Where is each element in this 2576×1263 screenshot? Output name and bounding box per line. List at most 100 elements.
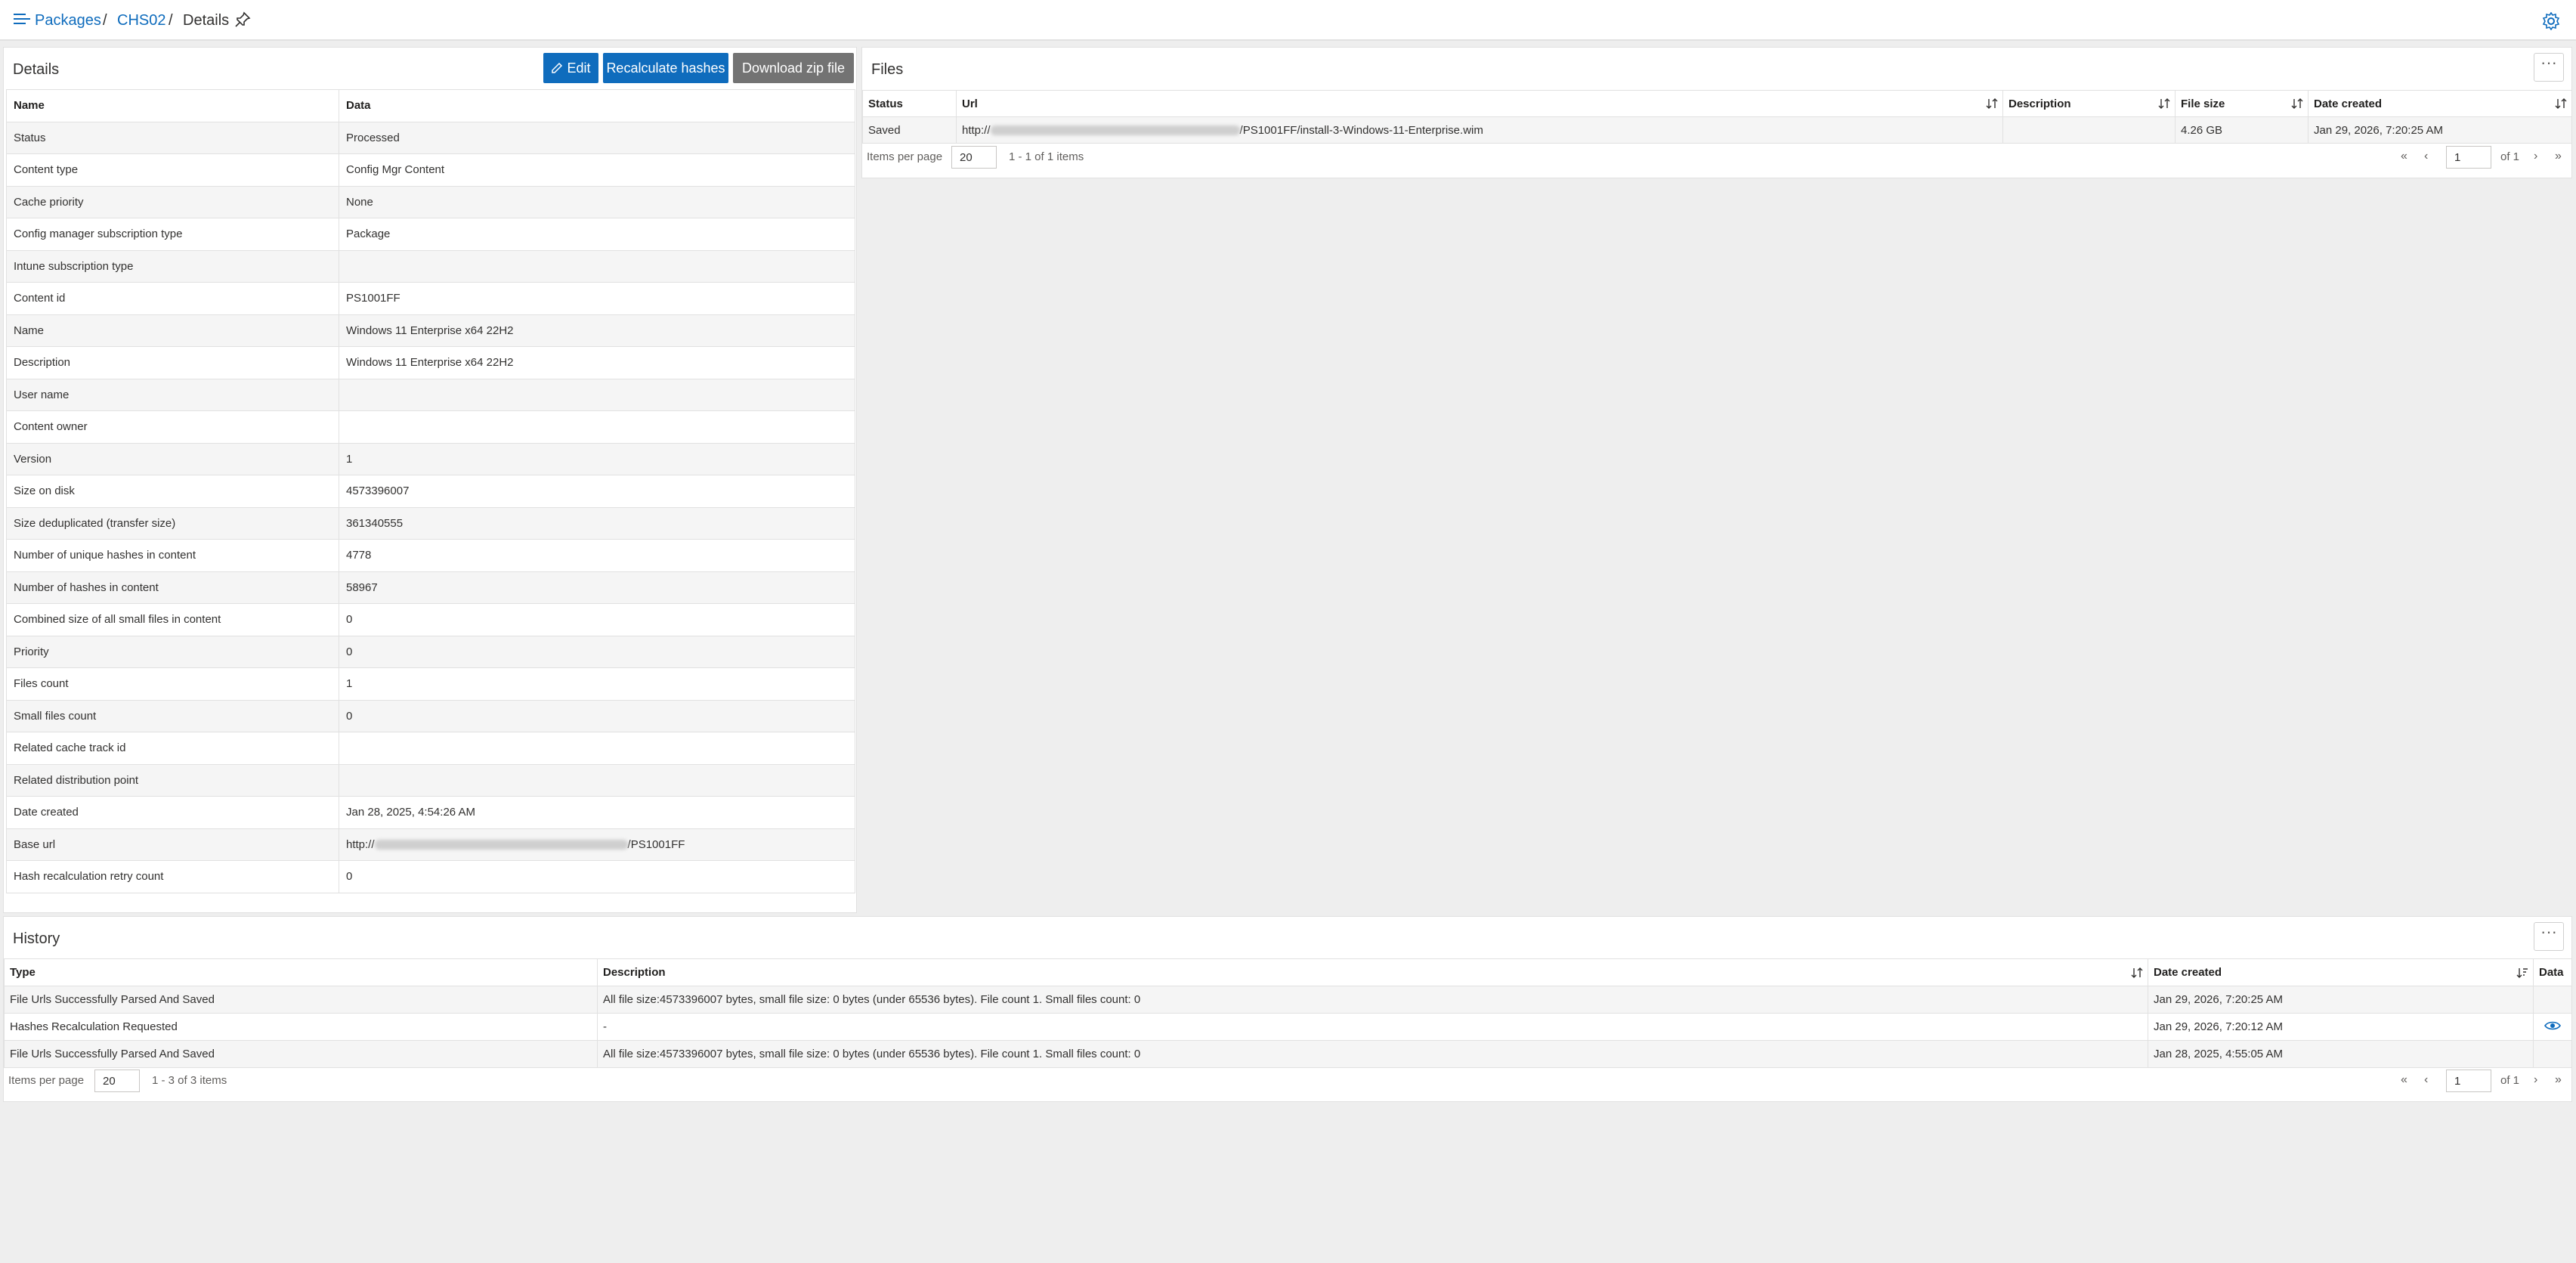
first-page-icon[interactable]: « (2401, 1073, 2407, 1087)
download-zip-label: Download zip file (741, 60, 846, 76)
history-page-size-select[interactable]: 20 (94, 1070, 140, 1092)
column-header-description[interactable]: Description (597, 958, 2148, 986)
next-page-icon[interactable]: › (2534, 1073, 2537, 1087)
table-row[interactable]: Hashes Recalculation Requested - Jan 29,… (4, 1013, 2572, 1041)
detail-label: Related distribution point (6, 763, 339, 797)
last-page-icon[interactable]: » (2555, 150, 2562, 163)
last-page-icon[interactable]: » (2555, 1073, 2562, 1087)
detail-value (339, 410, 855, 444)
file-date-created: Jan 29, 2026, 7:20:25 AM (2308, 116, 2572, 144)
detail-row: Content type Config Mgr Content (6, 153, 855, 187)
detail-value: Package (339, 218, 855, 251)
table-row[interactable]: File Urls Successfully Parsed And Saved … (4, 1040, 2572, 1068)
breadcrumb-separator: / (103, 12, 107, 29)
history-date-created: Jan 28, 2025, 4:55:05 AM (2148, 1040, 2534, 1068)
file-size: 4.26 GB (2175, 116, 2309, 144)
history-data[interactable] (2533, 1013, 2572, 1041)
detail-row: Intune subscription type (6, 249, 855, 283)
files-title: Files (871, 61, 904, 78)
detail-row: Date created Jan 28, 2025, 4:54:26 AM (6, 796, 855, 829)
detail-label: Files count (6, 667, 339, 701)
detail-label: User name (6, 378, 339, 411)
detail-value: 1 (339, 442, 855, 475)
detail-value: PS1001FF (339, 282, 855, 315)
details-table: Name Data Status Processed Content type Con… (6, 89, 855, 893)
detail-value: Config Mgr Content (339, 153, 855, 187)
history-type: Hashes Recalculation Requested (4, 1013, 598, 1041)
items-per-page-label: Items per page (867, 150, 943, 163)
next-page-icon[interactable]: › (2534, 150, 2537, 163)
detail-label: Related cache track id (6, 732, 339, 765)
detail-row: Number of hashes in content 58967 (6, 571, 855, 604)
detail-row: Content owner (6, 410, 855, 444)
detail-label: Status (6, 121, 339, 154)
history-type: File Urls Successfully Parsed And Saved (4, 986, 598, 1014)
history-description: All file size:4573396007 bytes, small fi… (597, 986, 2148, 1014)
first-page-icon[interactable]: « (2401, 150, 2407, 163)
detail-row: Small files count 0 (6, 699, 855, 732)
detail-label: Hash recalculation retry count (6, 860, 339, 893)
breadcrumb-separator: / (169, 12, 173, 29)
detail-row: User name (6, 378, 855, 411)
sort-icon (1986, 98, 1998, 109)
column-header-file-size[interactable]: File size (2175, 90, 2309, 117)
breadcrumb-chs02[interactable]: CHS02 (117, 11, 165, 30)
breadcrumb-packages[interactable]: Packages (35, 11, 101, 30)
file-url[interactable]: http:///PS1001FF/install-3-Windows-11-En… (956, 116, 2003, 144)
detail-value: 0 (339, 603, 855, 636)
detail-label: Content type (6, 153, 339, 187)
column-header-date-created[interactable]: Date created (2308, 90, 2572, 117)
detail-label: Description (6, 346, 339, 379)
files-page-size-select[interactable]: 20 (951, 146, 997, 169)
menu-icon[interactable] (14, 12, 30, 26)
detail-row: Size deduplicated (transfer size) 3613405… (6, 506, 855, 540)
file-description (2002, 116, 2176, 144)
history-title: History (13, 930, 60, 947)
column-header-name: Name (6, 89, 339, 122)
edit-button[interactable]: Edit (543, 53, 598, 83)
table-row[interactable]: File Urls Successfully Parsed And Saved … (4, 986, 2572, 1014)
detail-row: Content id PS1001FF (6, 282, 855, 315)
download-zip-button[interactable]: Download zip file (733, 53, 854, 83)
detail-value: Windows 11 Enterprise x64 22H2 (339, 314, 855, 347)
prev-page-icon[interactable]: ‹ (2424, 1073, 2428, 1087)
detail-value (339, 378, 855, 411)
detail-row: Combined size of all small files in cont… (6, 603, 855, 636)
column-header-type[interactable]: Type (4, 958, 598, 986)
detail-row: Files count 1 (6, 667, 855, 701)
detail-label: Intune subscription type (6, 249, 339, 283)
detail-value: Windows 11 Enterprise x64 22H2 (339, 346, 855, 379)
detail-value: 1 (339, 667, 855, 701)
column-header-url[interactable]: Url (956, 90, 2003, 117)
detail-row: Priority 0 (6, 635, 855, 668)
files-table: Status Url Description File size Date cr… (862, 90, 2572, 144)
detail-label: Name (6, 314, 339, 347)
eye-icon[interactable] (2544, 1020, 2561, 1032)
detail-row: Related cache track id (6, 732, 855, 765)
sort-icon (2158, 98, 2170, 109)
column-header-description[interactable]: Description (2002, 90, 2176, 117)
files-more-button[interactable]: ··· (2534, 53, 2564, 82)
detail-value: 0 (339, 860, 855, 893)
table-row[interactable]: Saved http:///PS1001FF/install-3-Windows… (862, 116, 2572, 144)
detail-value (339, 249, 855, 283)
files-page-input[interactable]: 1 (2446, 146, 2491, 169)
detail-label: Content id (6, 282, 339, 315)
detail-value (339, 732, 855, 765)
details-title: Details (13, 61, 60, 78)
settings-gear-icon[interactable] (2542, 12, 2560, 30)
detail-row: Cache priority None (6, 185, 855, 218)
detail-row: Version 1 (6, 442, 855, 475)
recalculate-hashes-button[interactable]: Recalculate hashes (603, 53, 728, 83)
detail-row: Config manager subscription type Package (6, 218, 855, 251)
column-header-status[interactable]: Status (862, 90, 957, 117)
pin-icon[interactable] (234, 11, 251, 28)
prev-page-icon[interactable]: ‹ (2424, 150, 2428, 163)
column-header-date-created[interactable]: Date created (2148, 958, 2534, 986)
history-more-button[interactable]: ··· (2534, 922, 2564, 951)
detail-label: Cache priority (6, 185, 339, 218)
recalculate-hashes-label: Recalculate hashes (606, 60, 725, 76)
detail-value: 4778 (339, 539, 855, 572)
history-page-input[interactable]: 1 (2446, 1070, 2491, 1092)
breadcrumb-details: Details (183, 12, 230, 29)
